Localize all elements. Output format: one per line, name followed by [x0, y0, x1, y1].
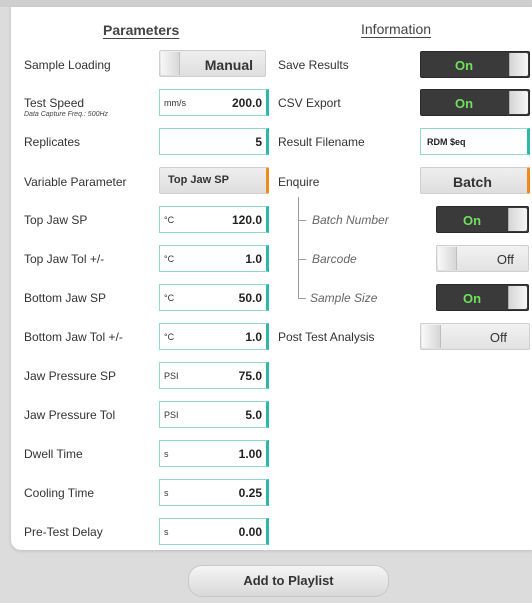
save-results-label: Save Results — [278, 58, 349, 72]
post-test-analysis-toggle[interactable]: Off — [420, 323, 530, 350]
pre-test-delay-unit: s — [164, 527, 169, 537]
top-jaw-sp-label: Top Jaw SP — [24, 213, 88, 227]
cooling-time-field[interactable]: s 0.25 — [159, 479, 269, 506]
jaw-pressure-sp-unit: PSI — [164, 371, 179, 381]
jaw-pressure-tol-value: 5.0 — [245, 408, 262, 422]
csv-export-state: On — [455, 96, 474, 111]
bottom-jaw-tol-value: 1.0 — [245, 330, 262, 344]
test-speed-unit: mm/s — [164, 98, 186, 108]
bottom-jaw-sp-field[interactable]: °C 50.0 — [159, 284, 269, 311]
bottom-jaw-sp-label: Bottom Jaw SP — [24, 291, 107, 305]
enquire-value: Batch — [453, 174, 492, 190]
replicates-value: 5 — [255, 135, 262, 149]
toggle-knob — [509, 53, 528, 76]
jaw-pressure-tol-unit: PSI — [164, 410, 179, 420]
cooling-time-label: Cooling Time — [24, 486, 95, 500]
parameters-heading: Parameters — [103, 22, 180, 38]
sample-loading-label: Sample Loading — [24, 58, 111, 72]
dwell-time-value: 1.00 — [238, 447, 262, 461]
csv-export-toggle[interactable]: On — [420, 89, 530, 116]
toggle-knob — [509, 91, 528, 114]
sample-size-state: On — [463, 291, 482, 306]
post-test-analysis-state: Off — [489, 330, 507, 345]
top-jaw-sp-unit: °C — [164, 215, 175, 225]
cooling-time-value: 0.25 — [238, 486, 262, 500]
pre-test-delay-field[interactable]: s 0.00 — [159, 518, 269, 545]
tree-branch-sample-size — [298, 298, 306, 299]
settings-panel: Parameters Information Sample Loading Te… — [11, 7, 532, 550]
pre-test-delay-label: Pre-Test Delay — [24, 525, 103, 539]
cooling-time-unit: s — [164, 488, 169, 498]
sample-size-label: Sample Size — [310, 291, 378, 305]
batch-number-state: On — [463, 213, 482, 228]
jaw-pressure-sp-value: 75.0 — [238, 369, 262, 383]
test-speed-field[interactable]: mm/s 200.0 — [159, 89, 269, 116]
variable-parameter-value: Top Jaw SP — [168, 174, 229, 186]
toggle-knob — [508, 286, 527, 309]
sample-loading-button[interactable]: Manual — [159, 50, 266, 77]
dwell-time-unit: s — [164, 449, 169, 459]
button-knob — [161, 52, 180, 75]
bottom-jaw-tol-field[interactable]: °C 1.0 — [159, 323, 269, 350]
tree-branch-batch — [298, 220, 306, 221]
test-speed-label: Test Speed — [24, 96, 85, 110]
barcode-toggle[interactable]: Off — [436, 245, 529, 272]
save-results-toggle[interactable]: On — [420, 51, 530, 78]
result-filename-value: RDM $eq — [427, 137, 466, 147]
jaw-pressure-sp-field[interactable]: PSI 75.0 — [159, 362, 269, 389]
top-jaw-sp-field[interactable]: °C 120.0 — [159, 206, 269, 233]
barcode-state: Off — [496, 252, 514, 267]
save-results-state: On — [455, 58, 474, 73]
batch-number-label: Batch Number — [312, 213, 389, 227]
dwell-time-field[interactable]: s 1.00 — [159, 440, 269, 467]
tree-branch-barcode — [298, 259, 306, 260]
bottom-jaw-tol-label: Bottom Jaw Tol +/- — [24, 330, 123, 344]
pre-test-delay-value: 0.00 — [238, 525, 262, 539]
top-jaw-tol-unit: °C — [164, 254, 175, 264]
toggle-knob — [422, 325, 441, 348]
test-speed-value: 200.0 — [231, 96, 262, 110]
top-jaw-tol-label: Top Jaw Tol +/- — [24, 252, 105, 266]
bottom-jaw-sp-value: 50.0 — [238, 291, 262, 305]
dwell-time-label: Dwell Time — [24, 447, 83, 461]
variable-parameter-select[interactable]: Top Jaw SP — [159, 167, 269, 194]
jaw-pressure-tol-field[interactable]: PSI 5.0 — [159, 401, 269, 428]
top-bar — [0, 0, 532, 7]
batch-number-toggle[interactable]: On — [436, 206, 529, 233]
variable-parameter-label: Variable Parameter — [24, 175, 127, 189]
top-jaw-tol-value: 1.0 — [245, 252, 262, 266]
sample-loading-value: Manual — [204, 57, 253, 73]
barcode-label: Barcode — [312, 252, 357, 266]
bottom-jaw-tol-unit: °C — [164, 332, 175, 342]
top-jaw-tol-field[interactable]: °C 1.0 — [159, 245, 269, 272]
data-capture-freq-label: Data Capture Freq.: 500Hz — [24, 111, 109, 118]
result-filename-label: Result Filename — [278, 135, 365, 149]
top-jaw-sp-value: 120.0 — [231, 213, 262, 227]
sample-size-toggle[interactable]: On — [436, 284, 529, 311]
information-heading: Information — [361, 21, 432, 37]
result-filename-field[interactable]: RDM $eq — [420, 128, 530, 155]
enquire-select[interactable]: Batch — [420, 167, 530, 194]
add-to-playlist-button[interactable]: Add to Playlist — [188, 565, 389, 597]
replicates-field[interactable]: 5 — [159, 128, 269, 155]
jaw-pressure-tol-label: Jaw Pressure Tol — [24, 408, 116, 422]
enquire-label: Enquire — [278, 175, 320, 189]
replicates-label: Replicates — [24, 135, 81, 149]
bottom-jaw-sp-unit: °C — [164, 293, 175, 303]
jaw-pressure-sp-label: Jaw Pressure SP — [24, 369, 117, 383]
toggle-knob — [508, 208, 527, 231]
post-test-analysis-label: Post Test Analysis — [278, 330, 375, 344]
enquire-tree-line — [298, 197, 299, 299]
toggle-knob — [438, 247, 457, 270]
csv-export-label: CSV Export — [278, 96, 341, 110]
